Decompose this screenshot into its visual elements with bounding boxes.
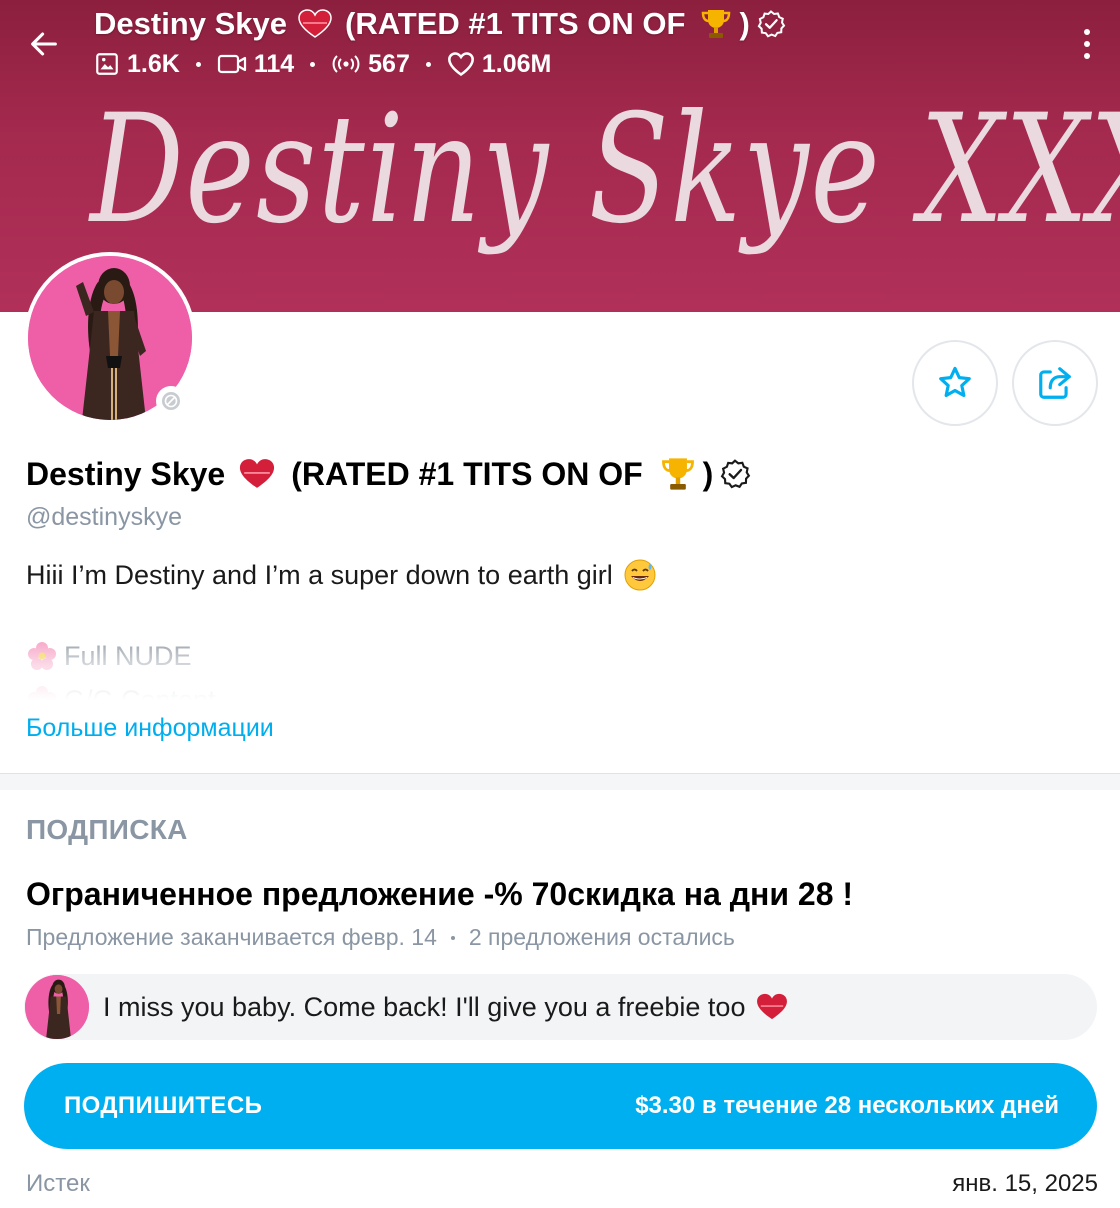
image-icon: [96, 53, 118, 75]
top-bar: Destiny Skye (RATED #1 TITS ON OF ) 1.6K: [0, 0, 1120, 88]
subscribe-price: $3.30 в течение 28 нескольких дней: [635, 1092, 1059, 1119]
sweat-smile-emoji-icon: [624, 559, 656, 591]
bio-item-text: Full NUDE: [64, 640, 192, 671]
heart-outline-icon: [447, 52, 474, 77]
heart-emoji-icon: [298, 9, 332, 38]
profile-name-suffix: (RATED #1 TITS ON OF: [291, 455, 643, 492]
stat-likes: 1.06M: [447, 50, 551, 79]
verified-badge-icon: [721, 459, 751, 489]
promo-remaining: 2 предложения остались: [468, 924, 735, 950]
verified-badge-icon: [757, 10, 786, 38]
promo-meta: Предложение заканчивается февр. 14 2 пре…: [26, 924, 735, 951]
trophy-emoji-icon: [702, 10, 731, 38]
profile-name-text: Destiny Skye: [26, 455, 226, 492]
message-text-wrap: I miss you baby. Come back! I'll give yo…: [103, 992, 789, 1023]
promo-ends: Предложение заканчивается февр. 14: [26, 924, 437, 950]
more-vertical-icon: [1084, 41, 1090, 47]
bio-truncated: Full NUDE G/G Content: [26, 640, 426, 700]
broadcast-icon: [332, 55, 360, 73]
stat-photos: 1.6K: [94, 50, 180, 79]
trophy-emoji-icon: [661, 458, 694, 490]
stat-streams-count: 567: [368, 49, 410, 78]
heart-emoji-icon: [757, 993, 788, 1020]
meta-separator: [450, 935, 455, 940]
blossom-emoji-icon: [28, 686, 56, 700]
profile-stats: 1.6K 114 567 1.06M: [94, 48, 551, 80]
promo-title: Ограниченное предложение -% 70скидка на …: [26, 876, 854, 912]
stat-videos: 114: [217, 50, 294, 79]
blossom-emoji-icon: [28, 642, 56, 670]
top-title-name: Destiny Skye: [94, 6, 287, 41]
stat-streams: 567: [331, 50, 410, 79]
arrow-left-icon: [31, 32, 57, 56]
message-text: I miss you baby. Come back! I'll give yo…: [103, 991, 746, 1022]
stat-separator: [195, 61, 201, 67]
more-menu-button[interactable]: [1072, 22, 1102, 66]
share-button[interactable]: [1012, 340, 1098, 426]
creator-message: I miss you baby. Come back! I'll give yo…: [24, 974, 1097, 1040]
bio-item-text: G/G Content: [64, 684, 216, 701]
back-button[interactable]: [20, 20, 68, 68]
more-vertical-icon: [1084, 29, 1090, 35]
more-info-link[interactable]: Больше информации: [26, 714, 274, 743]
bio-item: Full NUDE: [26, 640, 426, 672]
top-title-suffix: (RATED #1 TITS ON OF: [345, 6, 686, 41]
subscribe-label: ПОДПИШИТЕСЬ: [64, 1092, 263, 1119]
top-title-close: ): [739, 6, 750, 41]
stat-separator: [310, 61, 316, 67]
stat-separator: [425, 61, 431, 67]
add-to-favorites-button[interactable]: [912, 340, 998, 426]
banner-script-text: Destiny Skye XXX: [90, 83, 1120, 257]
stat-likes-count: 1.06M: [481, 49, 552, 78]
heart-emoji-icon: [240, 459, 275, 488]
profile-handle: @destinyskye: [26, 503, 182, 531]
message-avatar: [25, 975, 89, 1039]
profile-name: Destiny Skye (RATED #1 TITS ON OF ): [26, 452, 751, 496]
more-vertical-icon: [1084, 53, 1090, 59]
video-icon: [217, 54, 246, 74]
top-title: Destiny Skye (RATED #1 TITS ON OF ): [94, 4, 786, 44]
offline-status-icon: [156, 386, 186, 416]
profile-name-close: ): [702, 455, 714, 492]
stat-photos-count: 1.6K: [127, 49, 180, 78]
expiry-date: янв. 15, 2025: [952, 1170, 1098, 1197]
bio-item: G/G Content: [26, 684, 426, 700]
section-gap: [0, 774, 1120, 790]
bio-line: Hiii I’m Destiny and I’m a super down to…: [26, 558, 657, 592]
bio-text: Hiii I’m Destiny and I’m a super down to…: [26, 559, 613, 590]
subscribe-button[interactable]: ПОДПИШИТЕСЬ $3.30 в течение 28 нескольки…: [24, 1063, 1097, 1149]
subscription-heading: ПОДПИСКА: [26, 814, 188, 845]
stat-videos-count: 114: [253, 49, 295, 78]
expiry-label: Истек: [26, 1170, 90, 1197]
share-icon: [1039, 367, 1071, 399]
star-icon: [939, 366, 971, 398]
